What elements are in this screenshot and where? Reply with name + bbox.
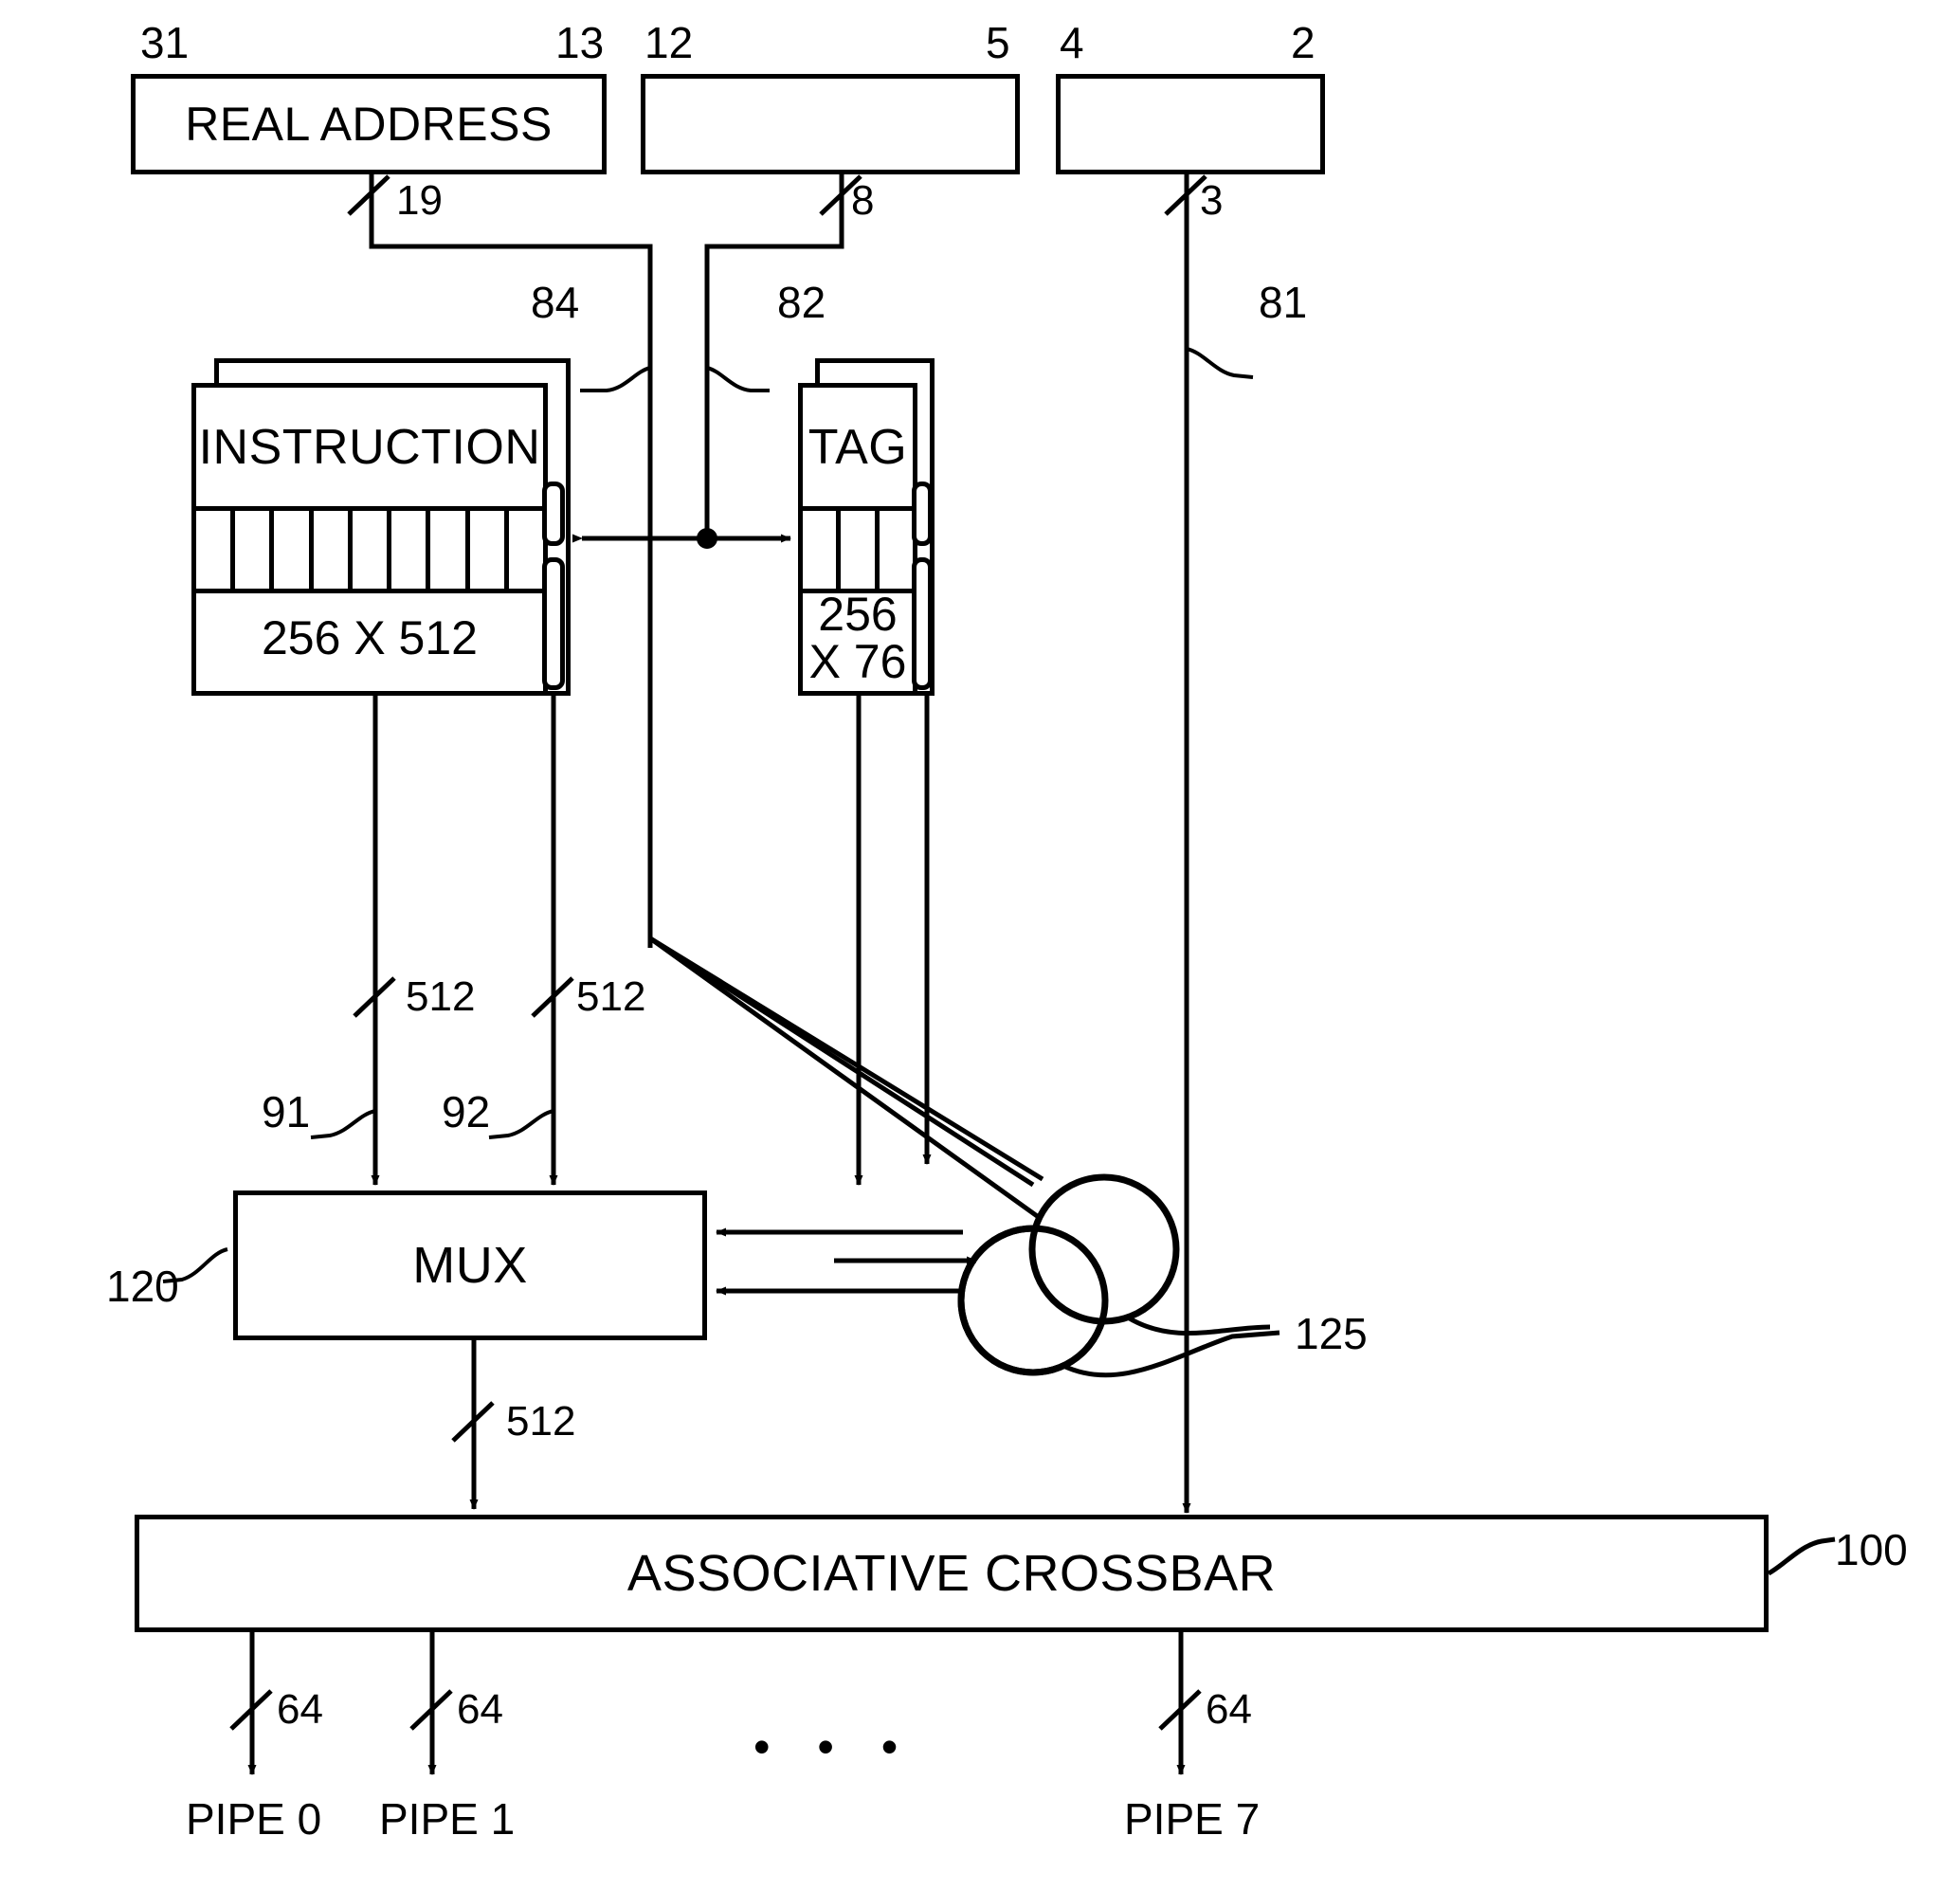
bus-84-fanout-2: [648, 936, 1048, 1226]
ref-82-leader: [706, 366, 770, 392]
bus-junction-dot: [697, 528, 717, 549]
bus-84-path: [369, 174, 653, 938]
wiring-overlay: [162, 174, 1836, 1775]
bus-width-tick-19: [347, 174, 390, 216]
ref-120-leader: [162, 1247, 228, 1283]
bus-84-fanout-3: [648, 936, 1044, 1182]
ref-91-leader: [310, 1109, 376, 1139]
ref-81-leader: [1186, 347, 1254, 379]
ref-92-leader: [488, 1109, 554, 1139]
bus-82-path: [704, 174, 844, 538]
ref-125-leader-2: [1126, 1315, 1271, 1336]
figure-canvas: 31 13 12 5 4 2 REAL ADDRESS 19 8 3 84 82…: [0, 0, 1960, 1890]
ref-84-leader: [580, 366, 651, 392]
ref-100-leader: [1767, 1536, 1836, 1576]
